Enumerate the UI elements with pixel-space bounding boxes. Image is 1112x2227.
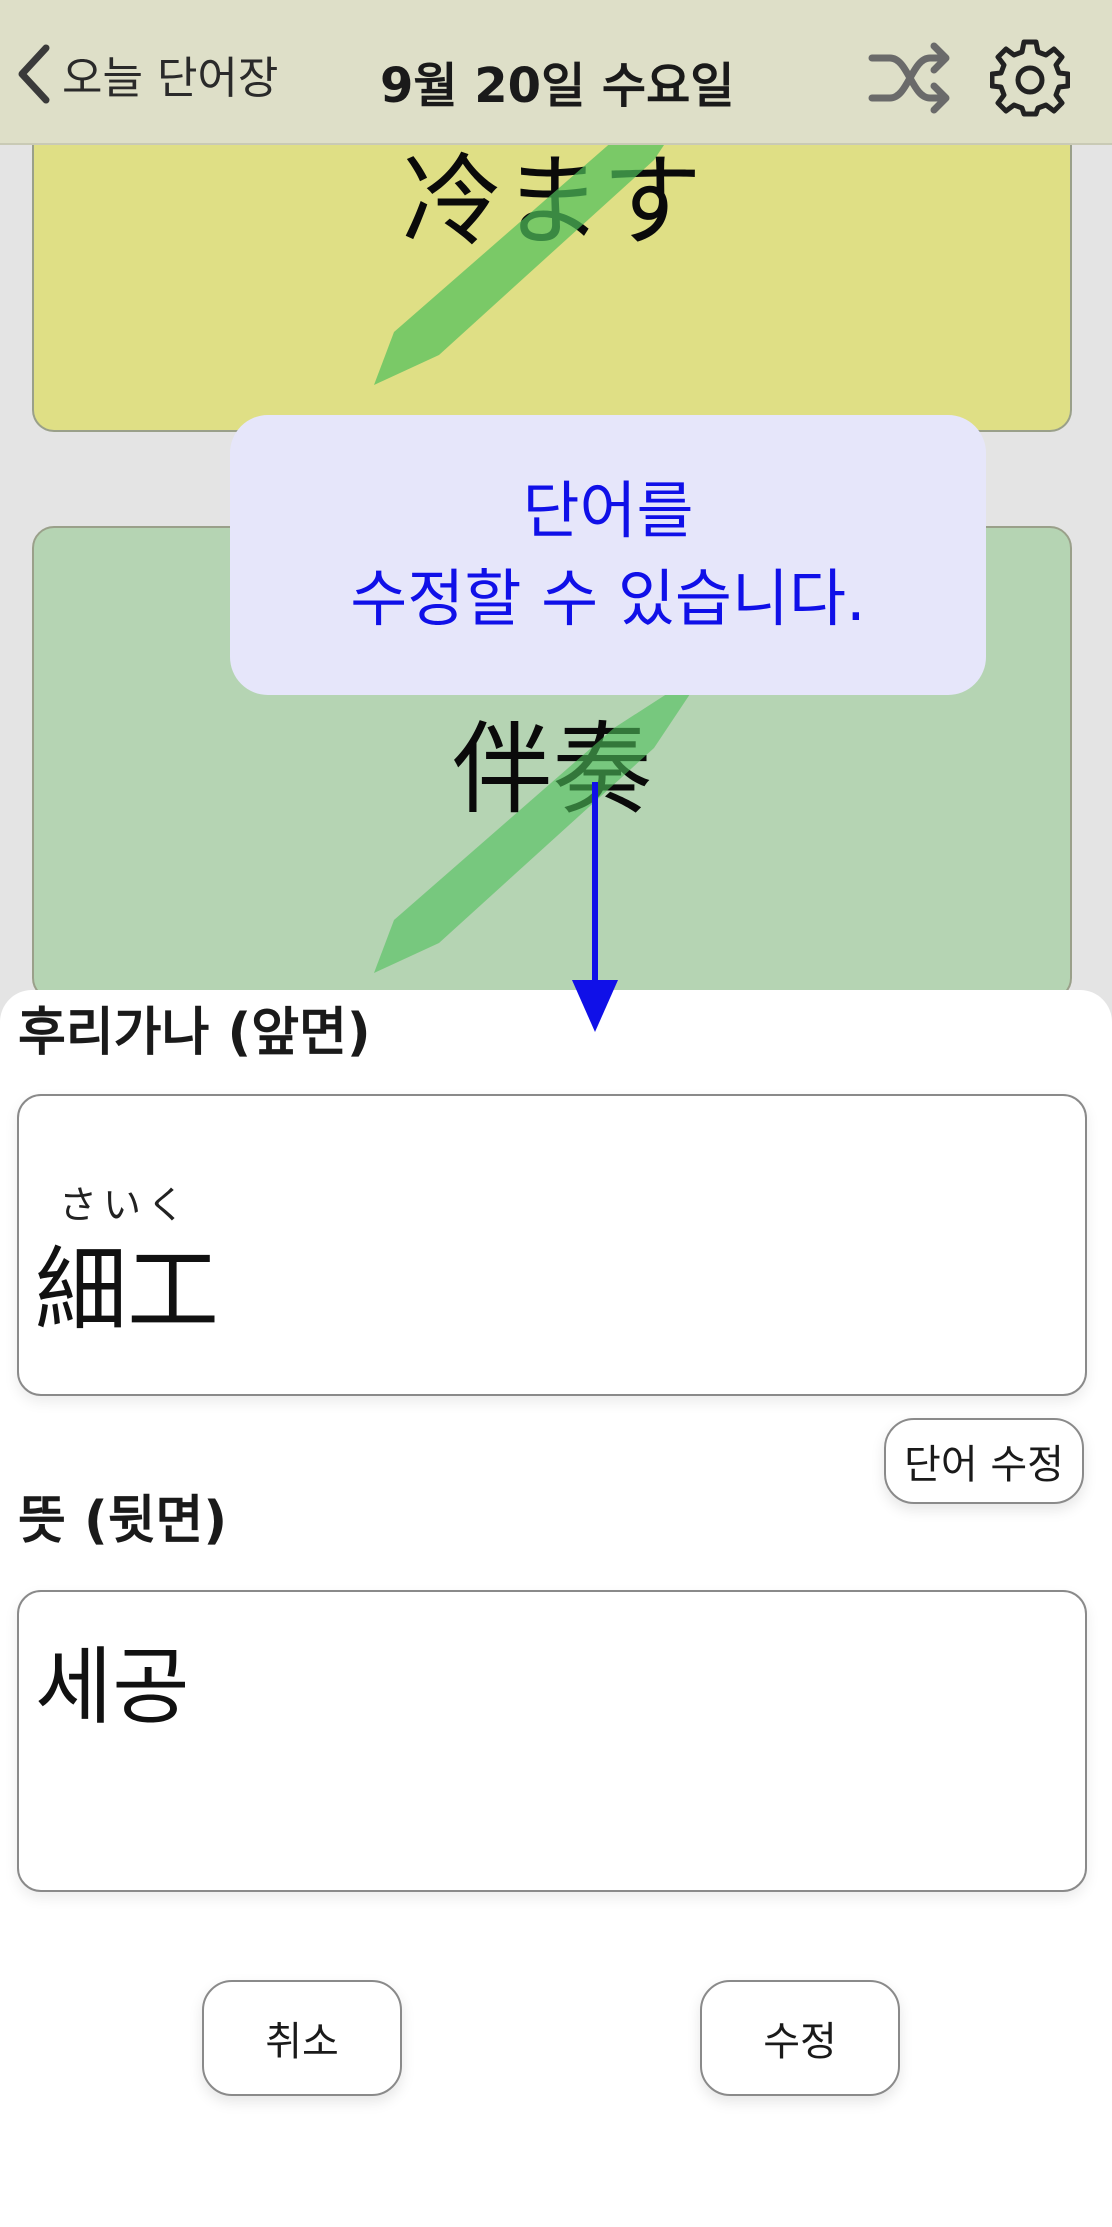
meaning-field[interactable]: 세공 [17,1590,1087,1892]
tooltip-line-2: 수정할 수 있습니다. [350,562,866,635]
back-button-label: 오늘 단어장 [62,53,279,104]
word-card[interactable]: 冷ます [32,100,1072,432]
meaning-text: 세공 [35,1638,190,1736]
edit-hint-tooltip: 단어를 수정할 수 있습니다. [230,415,986,695]
front-section-label: 후리가나 (앞면) [18,1003,371,1063]
chevron-left-icon [18,44,50,104]
page-title: 9월 20일 수요일 [380,58,735,114]
pencil-icon [374,688,694,973]
tooltip-line-1: 단어를 [522,474,694,547]
front-word: 細工 [35,1237,220,1344]
back-section-label: 뜻 (뒷면) [18,1491,228,1551]
navigation-bar: 오늘 단어장 9월 20일 수요일 [0,0,1112,145]
submit-edit-button[interactable]: 수정 [700,1980,900,2096]
settings-button[interactable] [989,38,1071,118]
cancel-button[interactable]: 취소 [202,1980,402,2096]
shuffle-button[interactable] [868,40,952,116]
gear-icon [989,39,1071,117]
front-word-field[interactable]: さいく 細工 [17,1094,1087,1396]
shuffle-icon [868,42,950,114]
arrow-down-icon [572,782,618,1032]
edit-word-sheet: 후리가나 (앞면) さいく 細工 단어 수정 뜻 (뒷면) 세공 취소 수정 [0,990,1112,2227]
edit-word-button[interactable]: 단어 수정 [884,1418,1084,1504]
back-button[interactable]: 오늘 단어장 [14,42,278,106]
